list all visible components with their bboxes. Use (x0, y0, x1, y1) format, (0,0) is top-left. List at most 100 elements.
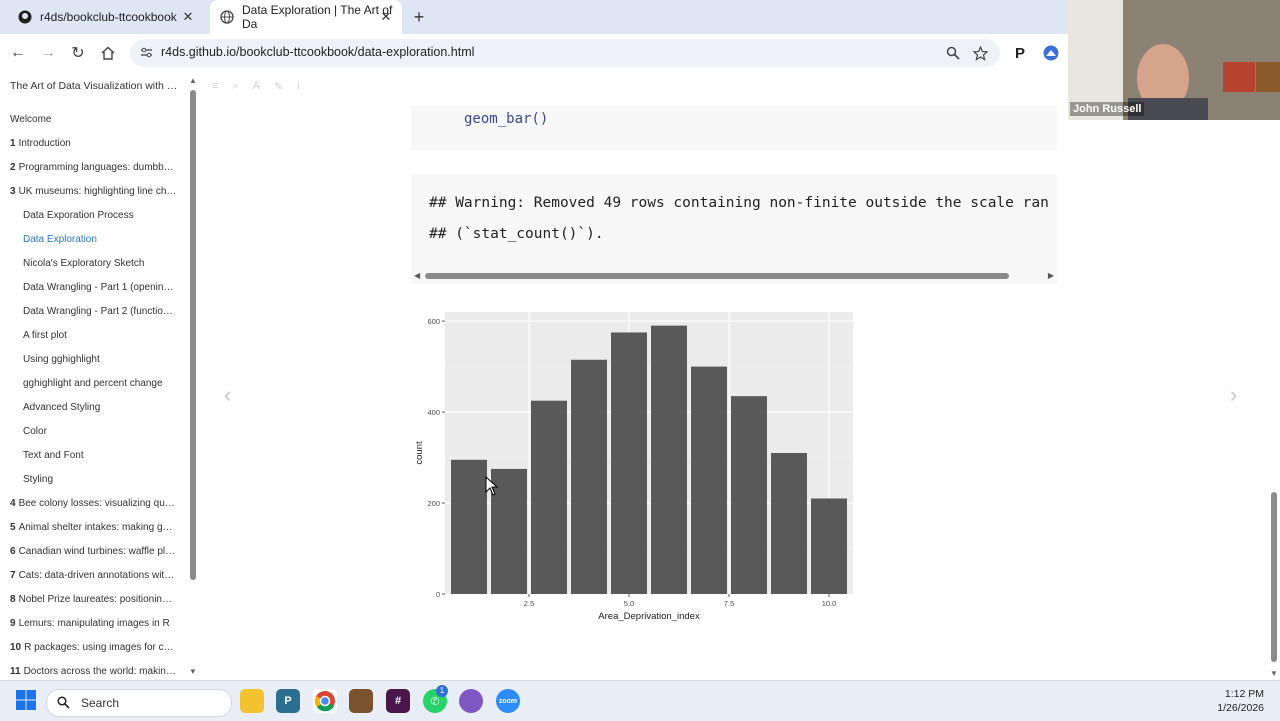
tab-github[interactable]: r4ds/bookclub-ttcookbook ✕ (8, 0, 204, 34)
scroll-down-icon[interactable]: ▼ (189, 667, 197, 676)
scroll-down-icon[interactable]: ▼ (1270, 669, 1278, 678)
toc-item[interactable]: 5 Animal shelter intakes: making gau... (0, 516, 185, 540)
extension-p-icon[interactable]: P (1010, 43, 1030, 63)
y-tick-label: 400 (427, 408, 440, 417)
book-title[interactable]: The Art of Data Visualization with gg... (10, 80, 180, 92)
positron-icon[interactable]: P (276, 689, 300, 713)
taskbar: Search P # ✆ 1 zoom 1:12 PM 1/26/2026 (0, 680, 1280, 721)
search-icon[interactable]: ⌕ (232, 80, 238, 93)
address-bar[interactable]: r4ds.github.io/bookclub-ttcookbook/data-… (130, 39, 1000, 67)
toc-item-label: R packages: using images for cu... (24, 642, 178, 653)
page-scroll-thumb[interactable] (1271, 492, 1277, 662)
chrome-icon[interactable] (313, 689, 337, 713)
sidebar-scrollbar[interactable]: ▲ ▼ (189, 76, 197, 676)
y-axis-label: count (414, 441, 425, 465)
output-hscrollbar[interactable]: ◀ ▶ (411, 270, 1057, 282)
toc-item-label: Color (23, 426, 47, 437)
toc-item[interactable]: 9 Lemurs: manipulating images in R (0, 612, 185, 636)
zoom-icon[interactable] (943, 43, 963, 63)
toc-item[interactable]: Data Wrangling - Part 2 (function ... (0, 300, 185, 324)
toc-item[interactable]: Data Exporation Process (0, 204, 185, 228)
bookmark-star-icon[interactable] (970, 43, 990, 63)
toc-item-number: 11 (10, 666, 21, 677)
sidebar-scroll-thumb[interactable] (190, 90, 196, 580)
toc-item-label: Styling (23, 474, 54, 485)
toc-item[interactable]: 3 UK museums: highlighting line cha... (0, 180, 185, 204)
toc-item[interactable]: Text and Font (0, 444, 185, 468)
output-line: ## (`stat_count()`). (429, 226, 604, 242)
scroll-up-icon[interactable]: ▲ (189, 76, 197, 85)
bar (731, 396, 767, 594)
toc-item-number: 6 (10, 546, 16, 557)
toc-item[interactable]: Using gghighlight (0, 348, 185, 372)
edit-icon[interactable]: ✎ (274, 80, 283, 93)
toc-item-label: Data Wrangling - Part 1 (opening/... (23, 282, 181, 293)
toc-item[interactable]: 11 Doctors across the world: making... (0, 660, 185, 680)
app-icon[interactable] (459, 689, 483, 713)
toc-item-label: Animal shelter intakes: making gau... (18, 522, 182, 533)
bar (531, 400, 567, 594)
bar (811, 498, 847, 594)
time: 1:12 PM (1224, 688, 1264, 700)
page-scrollbar[interactable]: ▼ (1268, 72, 1280, 680)
toc-item[interactable]: Welcome (0, 108, 185, 132)
tab-data-exploration[interactable]: Data Exploration | The Art of Da ✕ (210, 0, 402, 34)
notification-badge: 1 (436, 685, 448, 697)
home-icon[interactable] (98, 43, 118, 63)
toc-item-number: 7 (10, 570, 16, 581)
library-icon[interactable] (349, 689, 373, 713)
new-tab-button[interactable]: + (410, 8, 428, 26)
toc-item[interactable]: A first plot (0, 324, 185, 348)
file-explorer-icon[interactable] (240, 689, 264, 713)
x-axis-label: Area_Deprivation_index (598, 611, 700, 622)
toc-list: Welcome 1 Introduction 2 Programming languag… (0, 108, 185, 680)
slack-icon[interactable]: # (386, 689, 410, 713)
next-page-icon[interactable]: › (1230, 382, 1237, 408)
prev-page-icon[interactable]: ‹ (224, 382, 231, 408)
windows-start-icon[interactable] (16, 690, 36, 715)
zoom-app-icon[interactable]: zoom (496, 689, 520, 713)
menu-icon[interactable]: ≡ (212, 80, 218, 93)
toc-item[interactable]: Color (0, 420, 185, 444)
toc-item[interactable]: gghighlight and percent change (0, 372, 185, 396)
toc-item[interactable]: Data Exploration (0, 228, 185, 252)
back-icon[interactable]: ← (8, 43, 28, 63)
taskbar-search[interactable]: Search (46, 689, 232, 717)
toc-item[interactable]: Nicola's Exploratory Sketch (0, 252, 185, 276)
toc-item[interactable]: 4 Bee colony losses: visualizing qua... (0, 492, 185, 516)
reload-icon[interactable]: ↻ (68, 43, 88, 63)
toc-item-label: Doctors across the world: making... (23, 666, 180, 677)
url-text: r4ds.github.io/bookclub-ttcookbook/data-… (161, 45, 475, 59)
x-tick-label: 7.5 (724, 599, 734, 608)
toc-item-label: Text and Font (23, 450, 84, 461)
page-toolbar: ≡ ⌕ A ✎ i (212, 80, 300, 93)
output-scroll-thumb[interactable] (425, 273, 1009, 279)
toc-item[interactable]: 6 Canadian wind turbines: waffle plot... (0, 540, 185, 564)
toc-item[interactable]: 10 R packages: using images for cu... (0, 636, 185, 660)
scroll-right-icon[interactable]: ▶ (1048, 271, 1054, 280)
toc-item-label: Lemurs: manipulating images in R (18, 618, 170, 629)
toc-item[interactable]: 1 Introduction (0, 132, 185, 156)
toc-item[interactable]: Styling (0, 468, 185, 492)
participant-name: John Russell (1070, 102, 1145, 116)
toc-item-label: Welcome (10, 114, 52, 125)
forward-icon[interactable]: → (38, 43, 58, 63)
toc-item[interactable]: 8 Nobel Prize laureates: positioning t... (0, 588, 185, 612)
date: 1/26/2026 (1217, 702, 1264, 714)
toc-item[interactable]: Advanced Styling (0, 396, 185, 420)
x-tick-label: 2.5 (524, 599, 534, 608)
profile-icon[interactable] (1041, 43, 1061, 63)
toc-item[interactable]: Data Wrangling - Part 1 (opening/... (0, 276, 185, 300)
close-tab-icon[interactable]: ✕ (180, 9, 196, 25)
close-tab-icon[interactable]: ✕ (378, 9, 394, 25)
info-icon[interactable]: i (297, 80, 299, 93)
toc-item-label: Data Exploration (23, 234, 97, 245)
tab-title: r4ds/bookclub-ttcookbook (40, 10, 177, 24)
toc-item[interactable]: 2 Programming languages: dumbbell... (0, 156, 185, 180)
site-settings-icon[interactable] (140, 46, 153, 64)
font-icon[interactable]: A (253, 80, 260, 93)
scroll-left-icon[interactable]: ◀ (414, 271, 420, 280)
bar (451, 459, 487, 594)
toc-item[interactable]: 7 Cats: data-driven annotations with ... (0, 564, 185, 588)
toc-item-number: 10 (10, 642, 22, 653)
